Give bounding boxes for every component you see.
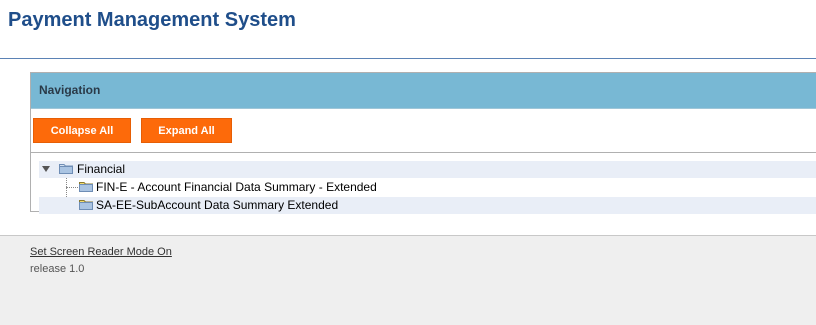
collapse-toggle-icon[interactable] — [42, 166, 50, 172]
release-version: release 1.0 — [30, 263, 85, 275]
tree-node-financial[interactable]: Financial — [39, 161, 816, 178]
collapse-all-button[interactable]: Collapse All — [33, 118, 131, 143]
folder-icon — [59, 164, 73, 174]
folder-icon — [79, 182, 93, 192]
expand-all-button[interactable]: Expand All — [141, 118, 232, 143]
tree-node-label[interactable]: Financial — [77, 161, 125, 178]
navigation-header: Navigation — [31, 73, 816, 109]
folder-icon — [79, 200, 93, 210]
tree-node-label[interactable]: SA-EE-SubAccount Data Summary Extended — [96, 197, 338, 214]
navigation-tree: Financial FIN-E - Account Financial Data… — [31, 152, 816, 214]
screen-reader-mode-link[interactable]: Set Screen Reader Mode On — [30, 246, 172, 258]
page-header: Payment Management System — [0, 0, 816, 59]
navigation-title: Navigation — [39, 83, 101, 97]
main-content: Navigation Collapse All Expand All Finan… — [0, 59, 816, 234]
tree-node-sa-ee[interactable]: SA-EE-SubAccount Data Summary Extended — [39, 197, 816, 214]
app-title: Payment Management System — [8, 9, 296, 31]
tree-node-label[interactable]: FIN-E - Account Financial Data Summary -… — [96, 179, 377, 196]
tree-node-fin-e[interactable]: FIN-E - Account Financial Data Summary -… — [39, 179, 816, 196]
navigation-panel: Navigation Collapse All Expand All Finan… — [30, 72, 816, 214]
page-footer: Set Screen Reader Mode On release 1.0 — [0, 235, 816, 325]
